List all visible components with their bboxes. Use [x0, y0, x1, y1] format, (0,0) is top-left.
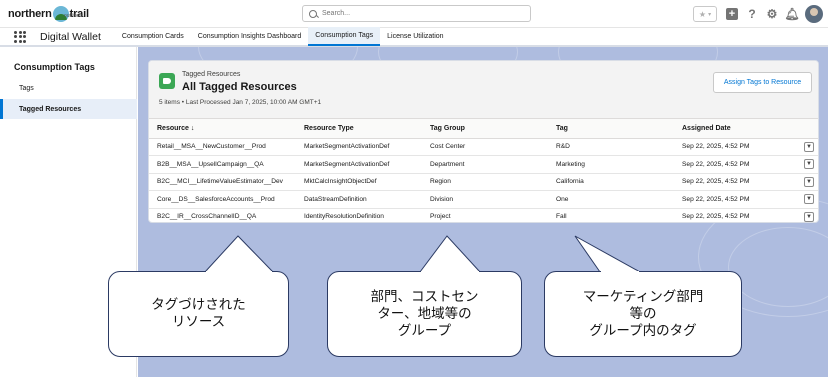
- table-row: Retail__MSA__NewCustomer__Prod MarketSeg…: [149, 138, 818, 156]
- app-navigation-bar: Digital Wallet Consumption Cards Consump…: [0, 27, 828, 47]
- cell-resource[interactable]: B2B__MSA__UpsellCampaign__QA: [149, 155, 296, 174]
- app-launcher-icon[interactable]: [14, 30, 26, 43]
- tagged-resources-card: Tagged Resources All Tagged Resources 5 …: [148, 60, 819, 223]
- tab-consumption-tags[interactable]: Consumption Tags: [308, 27, 381, 46]
- assign-tags-button[interactable]: Assign Tags to Resource: [713, 72, 812, 93]
- cell-assigned-date: Sep 22, 2025, 4:52 PM: [674, 190, 796, 209]
- sidebar-item-tags[interactable]: Tags: [0, 78, 137, 98]
- tagged-resources-icon: [159, 73, 175, 89]
- cell-resource[interactable]: Retail__MSA__NewCustomer__Prod: [149, 138, 296, 156]
- column-header-tag[interactable]: Tag: [548, 119, 674, 139]
- cell-tag: Marketing: [548, 155, 674, 174]
- cell-assigned-date: Sep 22, 2025, 4:52 PM: [674, 173, 796, 191]
- bell-icon: 🔔︎: [784, 7, 800, 21]
- cell-tag: R&D: [548, 138, 674, 156]
- cell-tag-group: Department: [422, 155, 548, 174]
- callout-tagged-resources: タグづけされた リソース: [108, 271, 289, 357]
- chevron-down-icon: ▼: [806, 178, 812, 185]
- setup-button[interactable]: ⚙: [765, 7, 779, 21]
- column-header-assigned-date[interactable]: Assigned Date: [674, 119, 796, 139]
- cell-resource-type: MarketSegmentActivationDef: [296, 138, 422, 156]
- chevron-down-icon: ▼: [806, 143, 812, 150]
- cell-tag-group: Project: [422, 208, 548, 222]
- card-header: Tagged Resources All Tagged Resources 5 …: [149, 61, 818, 119]
- cell-tag-group: Cost Center: [422, 138, 548, 156]
- help-button[interactable]: ?: [745, 7, 759, 21]
- favorites-button[interactable]: ★ ▾: [693, 6, 717, 22]
- tab-license-utilization[interactable]: License Utilization: [380, 27, 450, 46]
- global-actions-button[interactable]: +: [725, 7, 739, 21]
- table-header-row: Resource ↓ Resource Type Tag Group Tag A…: [149, 119, 818, 139]
- star-icon: ★: [698, 9, 707, 19]
- column-header-tag-group[interactable]: Tag Group: [422, 119, 548, 139]
- callout-tag: マーケティング部門 等の グループ内のタグ: [544, 271, 742, 357]
- callout-tag-group: 部門、コストセン ター、地域等の グループ: [327, 271, 522, 357]
- chevron-down-icon: ▼: [806, 161, 812, 168]
- cell-resource[interactable]: B2C__MCI__LifetimeValueEstimator__Dev: [149, 173, 296, 191]
- table-row: Core__DS__SalesforceAccounts__Prod DataS…: [149, 190, 818, 209]
- tab-consumption-insights-dashboard[interactable]: Consumption Insights Dashboard: [191, 27, 309, 46]
- tab-consumption-cards[interactable]: Consumption Cards: [115, 27, 191, 46]
- row-actions-button[interactable]: ▼: [804, 176, 814, 187]
- cell-resource[interactable]: Core__DS__SalesforceAccounts__Prod: [149, 190, 296, 209]
- gear-icon: ⚙: [766, 7, 778, 21]
- logo-subtitle: outfitters: [64, 13, 84, 19]
- global-search-input[interactable]: Search...: [302, 5, 531, 22]
- chevron-down-icon: ▼: [806, 213, 812, 220]
- column-header-resource-type[interactable]: Resource Type: [296, 119, 422, 139]
- app-name: Digital Wallet: [40, 30, 101, 43]
- tagged-resources-table: Resource ↓ Resource Type Tag Group Tag A…: [149, 119, 818, 222]
- cell-assigned-date: Sep 22, 2025, 4:52 PM: [674, 138, 796, 156]
- card-eyebrow: Tagged Resources: [182, 71, 241, 78]
- row-actions-button[interactable]: ▼: [804, 141, 814, 152]
- cell-resource-type: DataStreamDefinition: [296, 190, 422, 209]
- row-actions-button[interactable]: ▼: [804, 194, 814, 205]
- notifications-button[interactable]: 🔔︎: [784, 7, 800, 21]
- search-placeholder: Search...: [322, 10, 351, 17]
- sidebar-item-tagged-resources[interactable]: Tagged Resources: [0, 99, 137, 119]
- cell-assigned-date: Sep 22, 2025, 4:52 PM: [674, 208, 796, 222]
- question-icon: ?: [748, 7, 756, 21]
- cell-tag-group: Division: [422, 190, 548, 209]
- cell-tag: Fall: [548, 208, 674, 222]
- table-row: B2B__MSA__UpsellCampaign__QA MarketSegme…: [149, 155, 818, 174]
- card-title: All Tagged Resources: [182, 81, 297, 93]
- search-icon: [309, 9, 317, 18]
- logo-text-left: northern: [8, 8, 52, 20]
- cell-assigned-date: Sep 22, 2025, 4:52 PM: [674, 155, 796, 174]
- header-actions: ★ ▾ + ? ⚙ 🔔︎: [693, 5, 823, 23]
- row-actions-button[interactable]: ▼: [804, 159, 814, 170]
- column-header-resource[interactable]: Resource ↓: [149, 119, 296, 139]
- row-actions-button[interactable]: ▼: [804, 211, 814, 222]
- column-header-actions: [796, 119, 818, 139]
- cell-resource-type: MarketSegmentActivationDef: [296, 155, 422, 174]
- cell-resource[interactable]: B2C__IR__CrossChannelID__QA: [149, 208, 296, 222]
- chevron-down-icon: ▼: [806, 196, 812, 203]
- cell-resource-type: IdentityResolutionDefinition: [296, 208, 422, 222]
- table-row: B2C__IR__CrossChannelID__QA IdentityReso…: [149, 208, 818, 222]
- list-meta: 5 items • Last Processed Jan 7, 2025, 10…: [159, 99, 322, 106]
- cell-tag: One: [548, 190, 674, 209]
- cell-tag: California: [548, 173, 674, 191]
- cell-resource-type: MktCalcInsightObjectDef: [296, 173, 422, 191]
- global-header: northern trail outfitters Search... ★ ▾ …: [0, 0, 828, 28]
- table-row: B2C__MCI__LifetimeValueEstimator__Dev Mk…: [149, 173, 818, 191]
- chevron-down-icon: ▾: [708, 11, 712, 18]
- cell-tag-group: Region: [422, 173, 548, 191]
- plus-icon: +: [726, 8, 738, 20]
- sidebar-title: Consumption Tags: [14, 62, 95, 72]
- user-avatar[interactable]: [805, 5, 823, 23]
